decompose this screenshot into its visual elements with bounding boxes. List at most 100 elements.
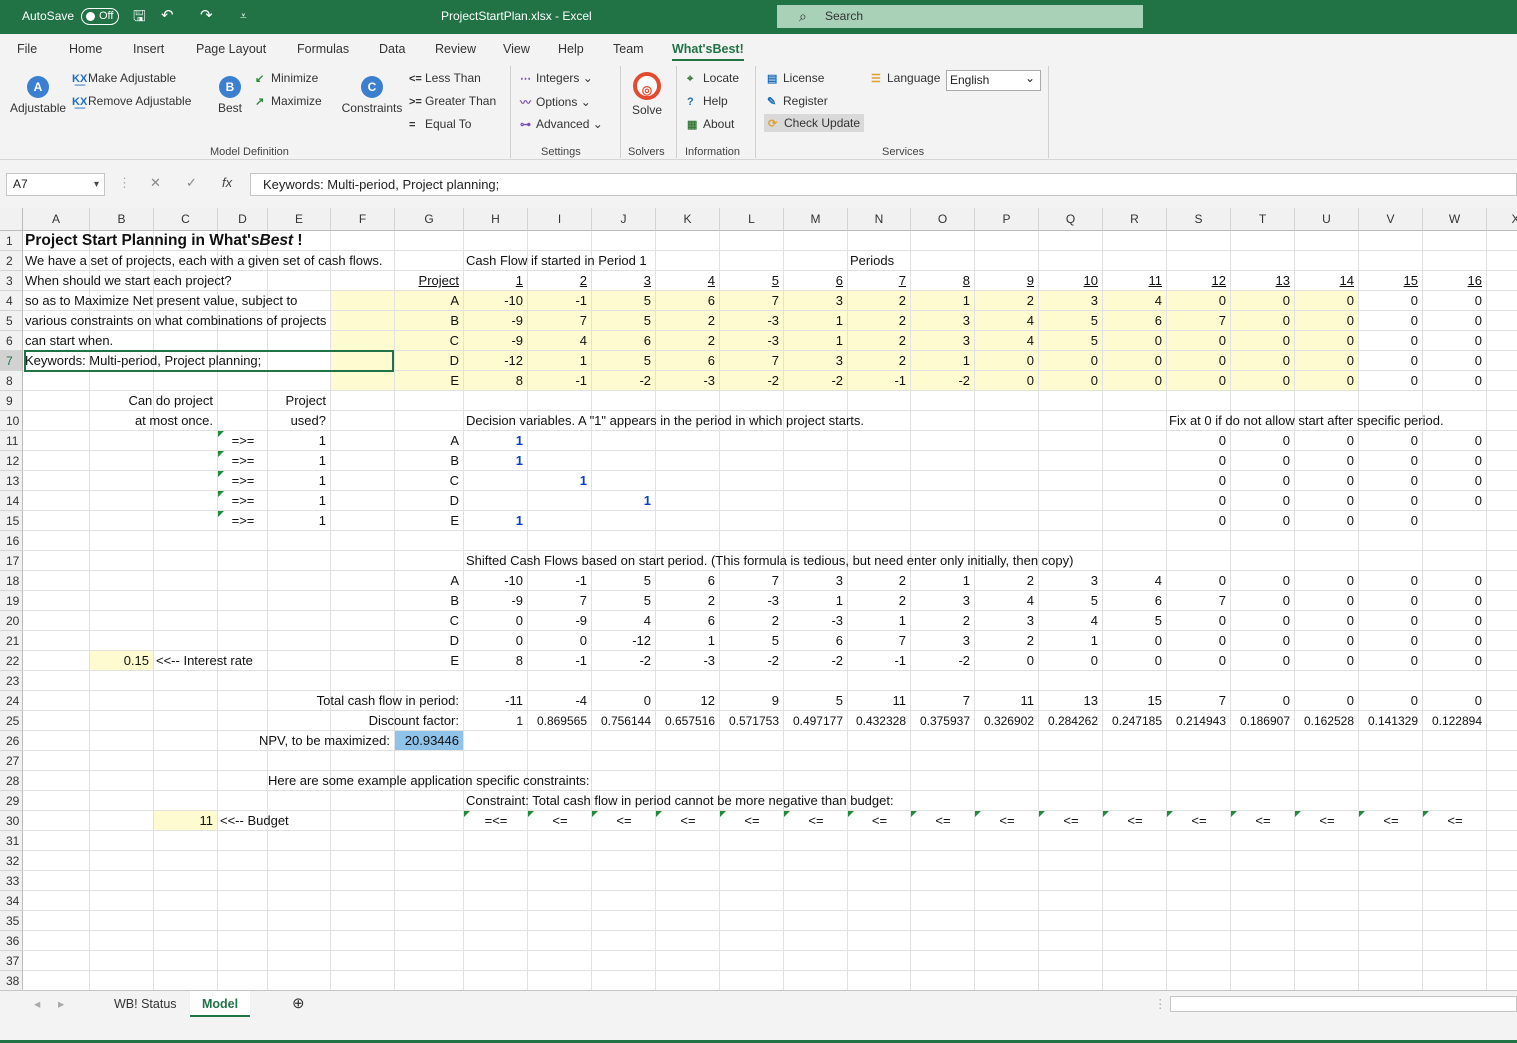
row-header[interactable]: 8	[0, 371, 23, 391]
tab-whatsbest[interactable]: What'sBest!	[672, 42, 744, 61]
tab-view[interactable]: View	[503, 42, 530, 56]
cancel-icon[interactable]: ✕	[150, 175, 161, 191]
license-button[interactable]: ▤ License	[767, 71, 824, 85]
row-header[interactable]: 17	[0, 551, 23, 571]
row-header[interactable]: 34	[0, 891, 23, 911]
row-header[interactable]: 23	[0, 671, 23, 691]
row-header[interactable]: 1	[0, 231, 23, 251]
column-header[interactable]: O	[911, 208, 975, 231]
tab-data[interactable]: Data	[379, 42, 405, 56]
row-header[interactable]: 32	[0, 851, 23, 871]
row-header[interactable]: 25	[0, 711, 23, 731]
adjustable-button[interactable]: A Adjustable	[10, 76, 66, 115]
row-header[interactable]: 21	[0, 631, 23, 651]
column-header[interactable]: T	[1231, 208, 1295, 231]
column-header[interactable]: S	[1167, 208, 1231, 231]
column-header[interactable]: F	[331, 208, 395, 231]
remove-adjustable-button[interactable]: K͟XRemove Adjustable	[72, 94, 191, 108]
formula-input[interactable]: Keywords: Multi-period, Project planning…	[250, 173, 1517, 196]
make-adjustable-button[interactable]: K͟XMake Adjustable	[72, 71, 176, 85]
row-header[interactable]: 7	[0, 351, 23, 371]
constraints-button[interactable]: C Constraints	[340, 76, 404, 115]
enter-icon[interactable]: ✓	[186, 175, 197, 191]
worksheet-grid[interactable]: A B C D E F G H I J K L M N O P Q R S T U V W X 1 2 3 4 5 6 7 8 9 10 11 12 1…	[0, 208, 1517, 990]
less-than-button[interactable]: <= Less Than	[409, 71, 481, 85]
greater-than-button[interactable]: >= Greater Than	[409, 94, 496, 108]
customize-qat-icon[interactable]: ⩡	[240, 9, 247, 24]
column-header[interactable]: N	[848, 208, 911, 231]
sheet-tab-model[interactable]: Model	[190, 991, 251, 1017]
register-button[interactable]: ✎ Register	[767, 94, 828, 108]
row-header[interactable]: 4	[0, 291, 23, 311]
row-header[interactable]: 19	[0, 591, 23, 611]
column-header[interactable]: U	[1295, 208, 1359, 231]
horizontal-scrollbar[interactable]	[1170, 996, 1517, 1012]
column-header[interactable]: I	[528, 208, 592, 231]
row-header[interactable]: 13	[0, 471, 23, 491]
column-header[interactable]: C	[154, 208, 218, 231]
column-header[interactable]: R	[1103, 208, 1167, 231]
row-header[interactable]: 6	[0, 331, 23, 351]
scroll-right-icon[interactable]: ▸	[46, 991, 76, 1017]
row-header[interactable]: 2	[0, 251, 23, 271]
save-icon[interactable]: 🖫	[133, 6, 146, 31]
row-header[interactable]: 15	[0, 511, 23, 531]
tab-page-layout[interactable]: Page Layout	[196, 42, 266, 56]
equal-to-button[interactable]: = Equal To	[409, 117, 471, 131]
row-header[interactable]: 26	[0, 731, 23, 751]
row-header[interactable]: 35	[0, 911, 23, 931]
column-header[interactable]: M	[784, 208, 848, 231]
row-header[interactable]: 29	[0, 791, 23, 811]
row-header[interactable]: 14	[0, 491, 23, 511]
column-header[interactable]: P	[975, 208, 1039, 231]
column-header[interactable]: K	[656, 208, 720, 231]
redo-icon[interactable]: ↷	[200, 6, 213, 24]
autosave-toggle[interactable]: Off	[81, 8, 119, 25]
best-button[interactable]: B Best	[212, 76, 248, 115]
minimize-button[interactable]: ↙ Minimize	[255, 71, 318, 85]
maximize-button[interactable]: ↗ Maximize	[255, 94, 322, 108]
column-header[interactable]: Q	[1039, 208, 1103, 231]
tab-team[interactable]: Team	[613, 42, 644, 56]
column-header[interactable]: W	[1423, 208, 1487, 231]
column-header[interactable]: H	[464, 208, 528, 231]
row-header[interactable]: 22	[0, 651, 23, 671]
row-header[interactable]: 12	[0, 451, 23, 471]
solve-button[interactable]: ◎ Solve	[628, 72, 666, 117]
column-header[interactable]: E	[268, 208, 331, 231]
column-header[interactable]: D	[218, 208, 268, 231]
insert-function-icon[interactable]: fx	[222, 175, 232, 190]
search-box[interactable]: ⌕ Search	[777, 5, 1143, 28]
sheet-tab-wb-status[interactable]: WB! Status	[102, 991, 189, 1017]
options-button[interactable]: 〰 Options ⌄	[520, 94, 591, 110]
column-header[interactable]: G	[395, 208, 464, 231]
row-header[interactable]: 36	[0, 931, 23, 951]
column-header[interactable]: X	[1487, 208, 1517, 231]
add-sheet-icon[interactable]: ⊕	[280, 991, 317, 1017]
column-header[interactable]: B	[90, 208, 154, 231]
column-header[interactable]: J	[592, 208, 656, 231]
language-select[interactable]: English	[946, 69, 1041, 91]
tab-insert[interactable]: Insert	[133, 42, 164, 56]
description-text[interactable]: Keywords: Multi-period, Project planning…	[24, 350, 394, 372]
undo-icon[interactable]: ↶	[161, 6, 174, 24]
row-header[interactable]: 33	[0, 871, 23, 891]
row-header[interactable]: 10	[0, 411, 23, 431]
row-header[interactable]: 31	[0, 831, 23, 851]
row-header[interactable]: 3	[0, 271, 23, 291]
column-header[interactable]: A	[23, 208, 90, 231]
check-update-button[interactable]: ⟳ Check Update	[764, 114, 865, 132]
row-header[interactable]: 37	[0, 951, 23, 971]
row-header[interactable]: 18	[0, 571, 23, 591]
column-header[interactable]: L	[720, 208, 784, 231]
tab-review[interactable]: Review	[435, 42, 476, 56]
name-box[interactable]: A7	[6, 173, 105, 196]
row-header[interactable]: 24	[0, 691, 23, 711]
tab-file[interactable]: File	[17, 42, 37, 56]
row-header[interactable]: 20	[0, 611, 23, 631]
row-header[interactable]: 16	[0, 531, 23, 551]
advanced-button[interactable]: ⊶ Advanced ⌄	[520, 117, 603, 131]
tab-help[interactable]: Help	[558, 42, 584, 56]
help-button[interactable]: ? Help	[687, 94, 728, 108]
tab-formulas[interactable]: Formulas	[297, 42, 349, 56]
